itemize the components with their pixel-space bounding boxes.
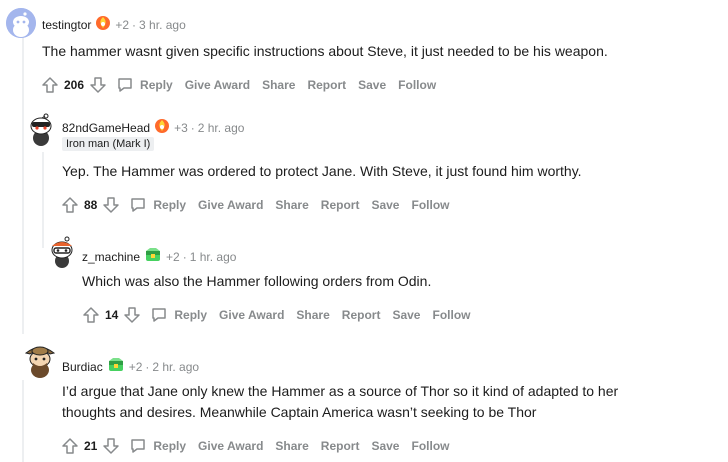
- vote-count: 206: [64, 78, 85, 92]
- follow-button[interactable]: Follow: [432, 308, 470, 322]
- comment-bubble-icon: [118, 78, 132, 92]
- award-count: +2: [115, 17, 130, 32]
- give-award-button[interactable]: Give Award: [185, 78, 250, 92]
- report-button[interactable]: Report: [307, 78, 346, 92]
- reply-label: Reply: [140, 78, 173, 92]
- award-count: +2: [166, 249, 180, 264]
- downvote-icon[interactable]: [101, 436, 121, 456]
- save-button[interactable]: Save: [358, 78, 386, 92]
- upvote-icon[interactable]: [60, 195, 80, 215]
- timestamp[interactable]: 3 hr. ago: [139, 18, 186, 32]
- comment-bubble-icon: [131, 439, 146, 453]
- give-award-button[interactable]: Give Award: [219, 308, 284, 322]
- vote-count: 14: [105, 308, 119, 322]
- avatar[interactable]: [24, 342, 56, 378]
- follow-button[interactable]: Follow: [411, 198, 449, 212]
- save-button[interactable]: Save: [392, 308, 420, 322]
- gold-flame-award-icon: [154, 118, 170, 137]
- comment-body: The hammer wasnt given specific instruct…: [42, 43, 608, 59]
- separator: ·: [182, 249, 187, 264]
- separator: ·: [145, 359, 150, 374]
- username[interactable]: 82ndGameHead: [62, 121, 150, 135]
- green-treasure-award-icon: [144, 247, 162, 266]
- upvote-icon[interactable]: [60, 436, 80, 456]
- comment-body: Yep. The Hammer was ordered to protect J…: [62, 163, 582, 179]
- comment-actions: 21 Reply Give Award Share Report Save Fo…: [60, 434, 449, 458]
- username[interactable]: z_machine: [82, 250, 140, 264]
- reply-label: Reply: [174, 308, 208, 322]
- share-button[interactable]: Share: [275, 198, 308, 212]
- give-award-button[interactable]: Give Award: [198, 198, 263, 212]
- separator: ·: [190, 120, 195, 135]
- report-button[interactable]: Report: [342, 308, 381, 322]
- thread-line[interactable]: [22, 380, 24, 462]
- upvote-icon[interactable]: [81, 305, 101, 325]
- save-button[interactable]: Save: [371, 198, 399, 212]
- downvote-icon[interactable]: [88, 75, 108, 95]
- award-count: +3: [174, 120, 188, 135]
- snoo-avatar-icon: [30, 113, 52, 146]
- default-snoo-icon: [6, 8, 36, 38]
- thread-line[interactable]: [42, 152, 44, 248]
- share-button[interactable]: Share: [275, 439, 308, 453]
- comment-body: I’d argue that Jane only knew the Hammer…: [62, 383, 619, 420]
- give-award-button[interactable]: Give Award: [198, 439, 263, 453]
- comment-body: Which was also the Hammer following orde…: [82, 273, 432, 289]
- comment-actions: 14 Reply Give Award Share Report Save Fo…: [81, 303, 470, 327]
- reply-label: Reply: [153, 439, 187, 453]
- comment-actions: 88 Reply Give Award Share Report Save Fo…: [60, 193, 449, 217]
- snoo-avatar-icon: [51, 236, 73, 268]
- timestamp[interactable]: 1 hr. ago: [190, 250, 237, 264]
- timestamp[interactable]: 2 hr. ago: [152, 360, 199, 374]
- avatar[interactable]: [26, 112, 56, 146]
- save-button[interactable]: Save: [371, 439, 399, 453]
- downvote-icon[interactable]: [101, 195, 121, 215]
- reply-button[interactable]: Reply: [129, 437, 186, 455]
- report-button[interactable]: Report: [321, 439, 360, 453]
- vote-count: 21: [84, 439, 98, 453]
- downvote-icon[interactable]: [122, 305, 142, 325]
- reply-button[interactable]: Reply: [150, 306, 207, 324]
- share-button[interactable]: Share: [296, 308, 329, 322]
- reply-label: Reply: [153, 198, 187, 212]
- avatar[interactable]: [48, 236, 76, 268]
- follow-button[interactable]: Follow: [398, 78, 436, 92]
- comment-actions: 206 Reply Give Award Share Report Save F…: [40, 73, 436, 97]
- reply-button[interactable]: Reply: [129, 196, 186, 214]
- avatar[interactable]: [6, 8, 36, 38]
- vote-count: 88: [84, 198, 98, 212]
- report-button[interactable]: Report: [321, 198, 360, 212]
- separator: ·: [132, 17, 137, 32]
- green-treasure-award-icon: [107, 357, 125, 376]
- comment-bubble-icon: [131, 198, 146, 212]
- award-count: +2: [128, 359, 143, 374]
- gold-flame-award-icon: [95, 15, 111, 34]
- share-button[interactable]: Share: [262, 78, 295, 92]
- username[interactable]: Burdiac: [62, 360, 103, 374]
- user-flair: Iron man (Mark I): [62, 137, 155, 151]
- comment-bubble-icon: [152, 308, 167, 322]
- upvote-icon[interactable]: [40, 75, 60, 95]
- follow-button[interactable]: Follow: [411, 439, 449, 453]
- username[interactable]: testingtor: [42, 18, 91, 32]
- thread-line[interactable]: [22, 38, 24, 334]
- timestamp[interactable]: 2 hr. ago: [198, 121, 245, 135]
- reply-button[interactable]: Reply: [116, 76, 173, 94]
- snoo-avatar-icon: [24, 346, 56, 378]
